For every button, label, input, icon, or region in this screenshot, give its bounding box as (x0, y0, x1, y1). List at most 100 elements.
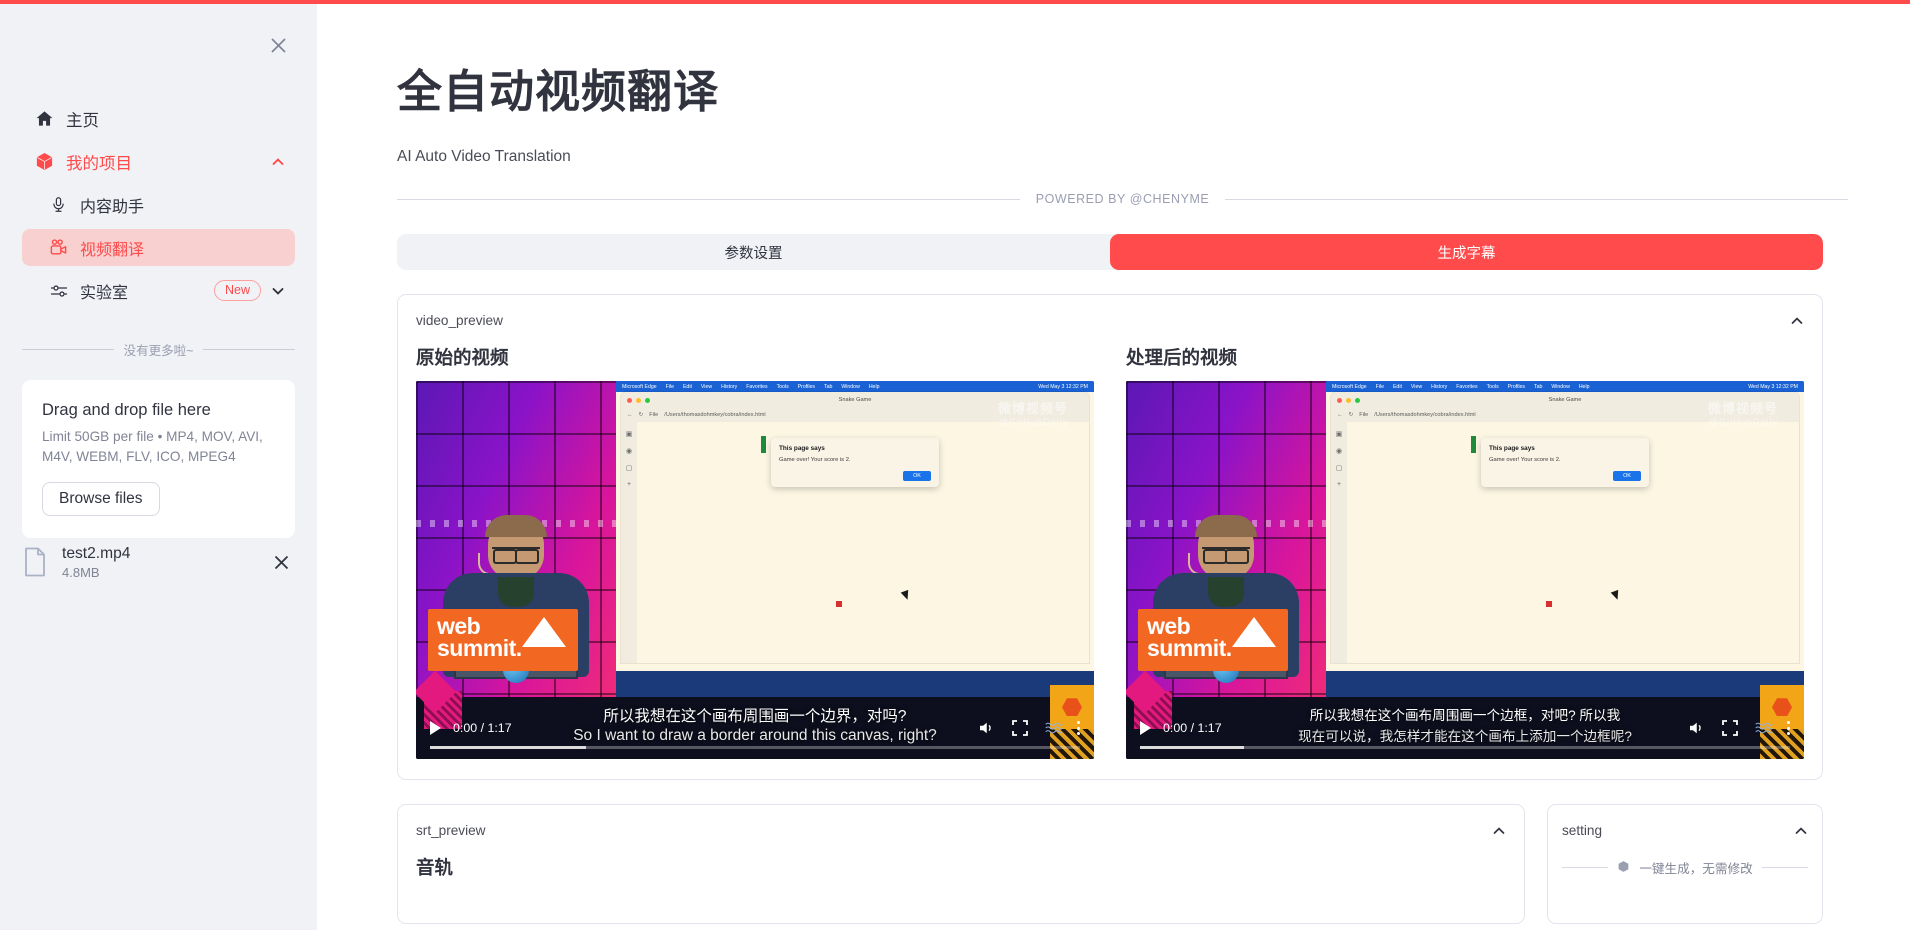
menubar-app: Microsoft Edge (622, 384, 657, 390)
original-video-player[interactable]: web summit. Microsoft Edge File Edit (416, 381, 1094, 759)
play-icon[interactable] (1140, 721, 1151, 735)
dropzone-title: Drag and drop file here (42, 401, 275, 420)
home-icon (34, 108, 55, 129)
video-camera-icon (48, 237, 69, 258)
doc-icon[interactable]: ▢ (1336, 464, 1343, 472)
menubar-clock: Wed May 3 12:32 PM (1038, 384, 1088, 390)
menubar-window: Window (841, 384, 859, 390)
sidebar-item-home[interactable]: 主页 (22, 100, 295, 137)
remove-file-icon[interactable] (267, 548, 295, 576)
srt-preview-label: srt_preview (416, 823, 486, 838)
powered-by: POWERED BY @CHENYME (397, 192, 1848, 206)
file-name: test2.mp4 (62, 544, 253, 563)
menubar-favorites: Favorites (1456, 384, 1477, 390)
page-canvas: ▣ ◉ ▢ + (621, 422, 1089, 663)
status-badge: New (214, 280, 261, 302)
powered-by-label: POWERED BY @CHENYME (1036, 192, 1210, 206)
fullscreen-icon[interactable] (1719, 717, 1741, 739)
time-current: 0:00 (453, 721, 477, 735)
processed-video-column: 处理后的视频 (1126, 344, 1804, 759)
window-minimize-icon[interactable] (636, 398, 641, 403)
speaker-hair (1195, 515, 1257, 537)
menubar-app: Microsoft Edge (1332, 384, 1367, 390)
time-current: 0:00 (1163, 721, 1187, 735)
reload-icon[interactable]: ↻ (639, 412, 644, 418)
close-icon[interactable] (261, 28, 295, 62)
window-close-icon[interactable] (1337, 398, 1342, 403)
reload-icon[interactable]: ↻ (1349, 412, 1354, 418)
speaker-head (1198, 517, 1254, 579)
video-progress-bar[interactable] (430, 746, 1080, 749)
browser-dialog: This page says Game over! Your score is … (1481, 438, 1649, 487)
watermark: 微博视频号 @GitHubDaily (998, 398, 1068, 427)
dialog-title: This page says (779, 445, 931, 452)
processed-video-player[interactable]: web summit. Microsoft Edge File Edit (1126, 381, 1804, 759)
time-total: 1:17 (487, 721, 511, 735)
github-icon[interactable]: ◉ (626, 447, 632, 455)
tab-parameter-settings[interactable]: 参数设置 (397, 234, 1110, 270)
uploaded-file-item: test2.mp4 4.8MB (22, 544, 295, 580)
chevron-down-icon[interactable] (271, 284, 285, 298)
add-icon[interactable]: + (1337, 481, 1341, 488)
scene-lower-band (1326, 671, 1804, 697)
snake-food (1546, 601, 1552, 607)
sidebar-item-lab[interactable]: 实验室 New (22, 272, 295, 309)
back-icon[interactable]: ← (1337, 412, 1343, 418)
divider-line (1225, 199, 1848, 200)
fullscreen-icon[interactable] (1009, 717, 1031, 739)
menubar-tools: Tools (777, 384, 789, 390)
sidebar-item-label: 我的项目 (66, 150, 132, 174)
kebab-menu-icon[interactable] (1787, 721, 1790, 735)
chevron-up-icon[interactable] (1492, 824, 1506, 838)
dialog-ok-button[interactable]: OK (1613, 471, 1641, 481)
volume-icon[interactable] (1685, 717, 1707, 739)
volume-icon[interactable] (975, 717, 997, 739)
mac-menubar: Microsoft Edge File Edit View History Fa… (1326, 381, 1804, 392)
copilot-icon[interactable]: ▣ (1336, 430, 1343, 438)
mouse-cursor-icon (900, 590, 911, 601)
sidebar-item-content-assistant[interactable]: 内容助手 (22, 186, 295, 223)
file-dropzone[interactable]: Drag and drop file here Limit 50GB per f… (22, 380, 295, 538)
sidebar-item-video-translation[interactable]: 视频翻译 (22, 229, 295, 266)
window-minimize-icon[interactable] (1346, 398, 1351, 403)
window-close-icon[interactable] (627, 398, 632, 403)
chevron-up-icon[interactable] (1790, 314, 1804, 328)
play-icon[interactable] (430, 721, 441, 735)
video-scene: web summit. Microsoft Edge File Edit (1126, 381, 1804, 697)
dialog-message: Game over! Your score is 2. (1489, 457, 1641, 463)
audio-track-title: 音轨 (416, 854, 1506, 880)
dropzone-limits: Limit 50GB per file • MP4, MOV, AVI, M4V… (42, 427, 275, 466)
time-total: 1:17 (1197, 721, 1221, 735)
kebab-menu-icon[interactable] (1077, 721, 1080, 735)
address-path: /Users/thomasdohmkey/cobra/index.html (1374, 412, 1475, 418)
menubar-history: History (721, 384, 737, 390)
menubar-window: Window (1551, 384, 1569, 390)
browser-sidebar: ▣ ◉ ▢ + (621, 422, 637, 663)
chevron-up-icon[interactable] (1794, 824, 1808, 838)
mountain-icon (1232, 617, 1276, 647)
address-scheme: File (1359, 412, 1368, 418)
tab-generate-subtitles[interactable]: 生成字幕 (1110, 234, 1823, 270)
video-preview-header: video_preview (416, 313, 1804, 328)
snake-segment (761, 436, 766, 453)
waveform-icon[interactable] (1753, 717, 1775, 739)
dialog-ok-button[interactable]: OK (903, 471, 931, 481)
video-progress-bar[interactable] (1140, 746, 1790, 749)
menubar-tab: Tab (1534, 384, 1542, 390)
sidebar-item-my-projects[interactable]: 我的项目 (22, 143, 295, 180)
speaker-shirt (1208, 577, 1244, 607)
video-comparison-row: 原始的视频 (416, 344, 1804, 759)
github-icon[interactable]: ◉ (1336, 447, 1342, 455)
chevron-up-icon[interactable] (271, 155, 285, 169)
speaker-hair (485, 515, 547, 537)
copilot-icon[interactable]: ▣ (626, 430, 633, 438)
setting-header: setting (1562, 823, 1808, 838)
tab-bar: 参数设置 生成字幕 (397, 234, 1823, 270)
window-maximize-icon[interactable] (1355, 398, 1360, 403)
doc-icon[interactable]: ▢ (626, 464, 633, 472)
add-icon[interactable]: + (627, 481, 631, 488)
window-maximize-icon[interactable] (645, 398, 650, 403)
back-icon[interactable]: ← (627, 412, 633, 418)
browse-files-button[interactable]: Browse files (42, 482, 160, 516)
waveform-icon[interactable] (1043, 717, 1065, 739)
